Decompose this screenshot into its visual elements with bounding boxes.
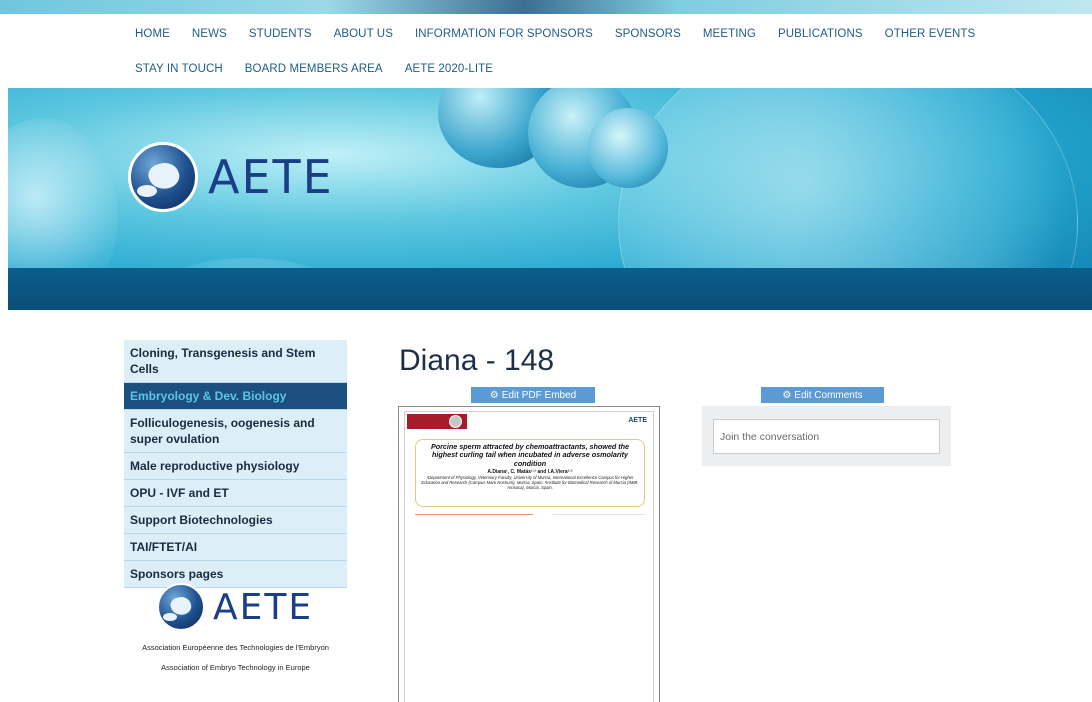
nav-item-other-events[interactable]: OTHER EVENTS [885, 28, 976, 40]
sidebar-logo: AETE [157, 583, 313, 631]
sidebar-item-male-reproductive[interactable]: Male reproductive physiology [124, 453, 347, 480]
nav-item-home[interactable]: HOME [135, 28, 170, 40]
top-banner-strip [0, 0, 1092, 14]
nav-item-sponsors[interactable]: SPONSORS [615, 28, 681, 40]
sidebar-item-opu-ivf-et[interactable]: OPU - IVF and ET [124, 480, 347, 507]
edit-pdf-embed-button[interactable]: ⚙ Edit PDF Embed [471, 387, 595, 403]
nav-item-aete-2020-lite[interactable]: AETE 2020-LITE [405, 63, 493, 75]
header-banner: AETE [8, 88, 1092, 310]
poster-divider [415, 514, 533, 515]
sidebar-category-menu: Cloning, Transgenesis and Stem Cells Emb… [124, 340, 347, 588]
comment-input[interactable] [713, 419, 940, 454]
nav-item-information-for-sponsors[interactable]: INFORMATION FOR SPONSORS [415, 28, 593, 40]
nav-item-publications[interactable]: PUBLICATIONS [778, 28, 863, 40]
sidebar-item-folliculogenesis[interactable]: Folliculogenesis, oogenesis and super ov… [124, 410, 347, 453]
poster-title-box: Porcine sperm attracted by chemoattracta… [415, 439, 645, 507]
globe-logo-icon [128, 142, 198, 212]
banner-band [8, 268, 1092, 310]
nav-item-board-members-area[interactable]: BOARD MEMBERS AREA [245, 63, 383, 75]
header-logo[interactable]: AETE [128, 142, 334, 212]
edit-pdf-embed-label: Edit PDF Embed [501, 389, 577, 401]
sidebar-item-embryology[interactable]: Embryology & Dev. Biology [124, 383, 347, 410]
banner-cell-bubble [588, 108, 668, 188]
gear-icon: ⚙ [489, 389, 499, 401]
poster-divider [553, 514, 645, 515]
comments-panel [702, 406, 951, 466]
gear-icon: ⚙ [782, 389, 792, 401]
nav-row-secondary: STAY IN TOUCH BOARD MEMBERS AREA AETE 20… [135, 57, 515, 81]
poster-title: Porcine sperm attracted by chemoattracta… [430, 442, 630, 468]
pdf-embed-viewer[interactable]: AETE Porcine sperm attracted by chemoatt… [398, 406, 660, 702]
header-logo-text: AETE [208, 150, 334, 204]
edit-comments-button[interactable]: ⚙ Edit Comments [761, 387, 884, 403]
nav-item-about-us[interactable]: ABOUT US [334, 28, 393, 40]
pdf-page: AETE Porcine sperm attracted by chemoatt… [404, 411, 654, 702]
poster-affiliation: ¹Department of Physiology, Veterinary Fa… [421, 474, 639, 490]
globe-logo-icon [157, 583, 205, 631]
university-seal-icon [449, 415, 462, 428]
sidebar-item-support-biotech[interactable]: Support Biotechnologies [124, 507, 347, 534]
sidebar-caption-french: Association Européenne des Technologies … [142, 643, 329, 652]
nav-item-stay-in-touch[interactable]: STAY IN TOUCH [135, 63, 223, 75]
nav-row-primary: HOME NEWS STUDENTS ABOUT US INFORMATION … [135, 22, 997, 46]
nav-item-news[interactable]: NEWS [192, 28, 227, 40]
sidebar-logo-text: AETE [213, 586, 314, 628]
nav-item-meeting[interactable]: MEETING [703, 28, 756, 40]
main-nav: HOME NEWS STUDENTS ABOUT US INFORMATION … [0, 14, 1092, 88]
page-title: Diana - 148 [399, 344, 555, 377]
edit-comments-label: Edit Comments [794, 389, 863, 401]
sidebar-item-tai-ftet-ai[interactable]: TAI/FTET/AI [124, 534, 347, 561]
nav-item-students[interactable]: STUDENTS [249, 28, 312, 40]
sidebar-caption-english: Association of Embryo Technology in Euro… [161, 663, 310, 672]
pdf-aete-logo: AETE [628, 417, 647, 424]
sidebar-item-cloning[interactable]: Cloning, Transgenesis and Stem Cells [124, 340, 347, 383]
